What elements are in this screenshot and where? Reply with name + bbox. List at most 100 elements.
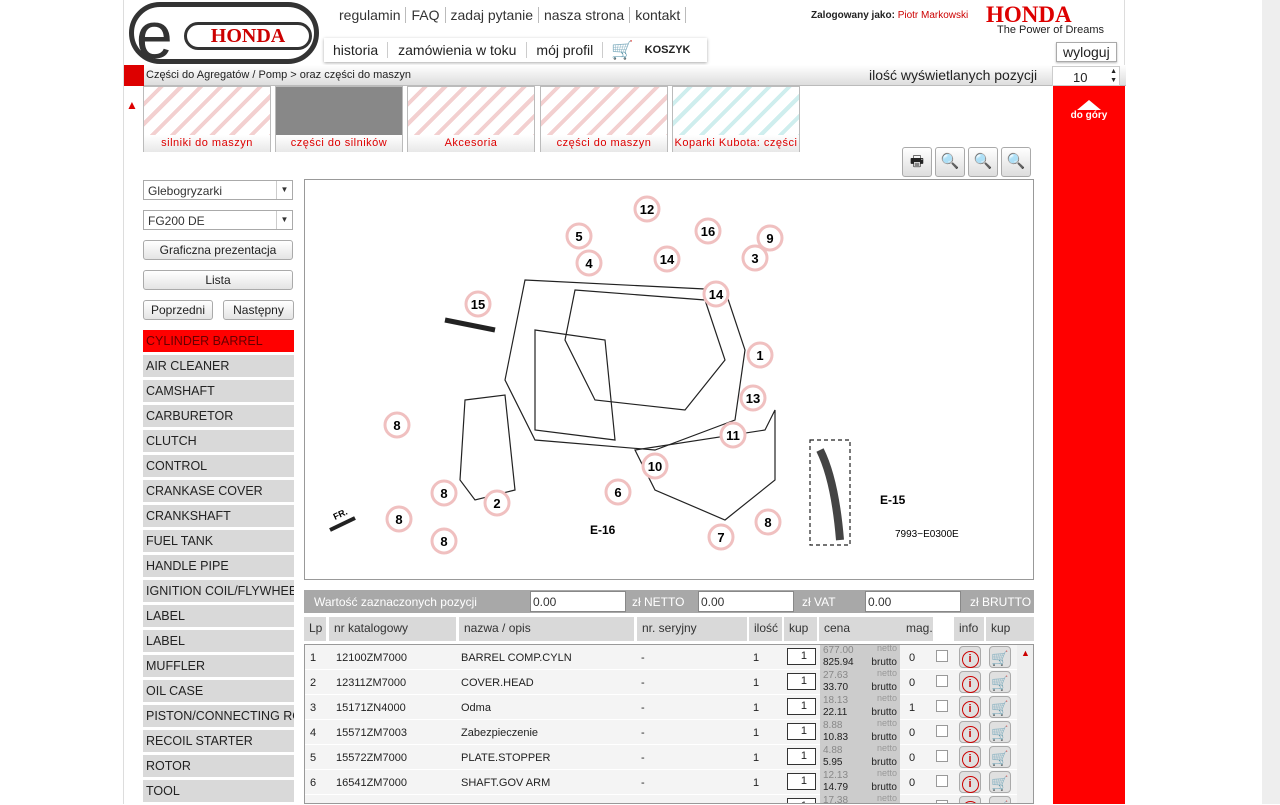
info-icon[interactable]: i	[959, 796, 981, 803]
add-to-cart-icon[interactable]: 🛒	[989, 771, 1011, 793]
info-icon[interactable]: i	[959, 646, 981, 668]
link-nasza-strona[interactable]: nasza strona	[539, 7, 631, 23]
menu-item[interactable]: TOOL	[143, 780, 294, 802]
link-faq[interactable]: FAQ	[406, 7, 446, 23]
page-scrollbar[interactable]	[1262, 0, 1280, 804]
table-scrollbar[interactable]: ▲	[1017, 645, 1033, 803]
nav-historia[interactable]: historia	[324, 42, 389, 58]
menu-item[interactable]: LABEL	[143, 605, 294, 627]
callout-16[interactable]: 16	[694, 217, 722, 245]
callout-8[interactable]: 8	[385, 505, 413, 533]
buy-qty-input[interactable]: 1	[787, 698, 816, 715]
link-regulamin[interactable]: regulamin	[334, 7, 407, 23]
add-to-cart-icon[interactable]: 🛒	[989, 721, 1011, 743]
zoom-in-icon[interactable]: 🔍	[1001, 147, 1031, 177]
model-select[interactable]: FG200 DE ▼	[143, 210, 293, 230]
category-czesci-silnikow[interactable]: części do silników	[275, 86, 403, 152]
callout-5[interactable]: 5	[565, 222, 593, 250]
link-kontakt[interactable]: kontakt	[630, 7, 687, 23]
callout-15[interactable]: 15	[464, 290, 492, 318]
menu-item[interactable]: CARBURETOR	[143, 405, 294, 427]
row-checkbox[interactable]	[936, 675, 948, 687]
buy-qty-input[interactable]: 1	[787, 798, 816, 803]
list-view-button[interactable]: Lista	[143, 270, 293, 290]
menu-item[interactable]: PISTON/CONNECTING ROD	[143, 705, 294, 727]
row-checkbox[interactable]	[936, 800, 948, 803]
zoom-reset-icon[interactable]: 🔍	[968, 147, 998, 177]
callout-13[interactable]: 13	[739, 384, 767, 412]
callout-9[interactable]: 9	[756, 224, 784, 252]
nav-profil[interactable]: mój profil	[527, 42, 604, 58]
menu-item[interactable]: CLUTCH	[143, 430, 294, 452]
callout-2[interactable]: 2	[483, 489, 511, 517]
callout-1[interactable]: 1	[746, 341, 774, 369]
row-checkbox[interactable]	[936, 700, 948, 712]
parts-diagram[interactable]: 1 2 3 4 5 6 7 8 8 8 8 8 9 10 11 12 13 14 14 15 16 E-15 E-16 …	[304, 179, 1034, 580]
scroll-up-icon[interactable]: ▲	[1017, 648, 1030, 658]
collapse-up-icon[interactable]: ▲	[126, 98, 138, 112]
next-button[interactable]: Następny	[223, 300, 294, 320]
graphic-view-button[interactable]: Graficzna prezentacja	[143, 240, 293, 260]
row-checkbox[interactable]	[936, 725, 948, 737]
callout-7[interactable]: 7	[707, 523, 735, 551]
add-to-cart-icon[interactable]: 🛒	[989, 696, 1011, 718]
info-icon[interactable]: i	[959, 721, 981, 743]
add-to-cart-icon[interactable]: 🛒	[989, 671, 1011, 693]
menu-item[interactable]: OIL CASE	[143, 680, 294, 702]
menu-item[interactable]: CRANKSHAFT	[143, 505, 294, 527]
callout-8[interactable]: 8	[430, 527, 458, 555]
callout-14[interactable]: 14	[653, 245, 681, 273]
nav-koszyk[interactable]: KOSZYK	[636, 44, 700, 56]
category-silniki[interactable]: silniki do maszyn	[143, 86, 271, 152]
menu-item[interactable]: CRANKASE COVER	[143, 480, 294, 502]
callout-6[interactable]: 6	[604, 478, 632, 506]
per-page-stepper[interactable]: 10 ▲ ▼	[1052, 66, 1120, 86]
prev-button[interactable]: Poprzedni	[143, 300, 213, 320]
callout-8[interactable]: 8	[430, 479, 458, 507]
nav-zamowienia[interactable]: zamówienia w toku	[388, 42, 528, 58]
menu-item[interactable]: HANDLE PIPE	[143, 555, 294, 577]
add-to-cart-icon[interactable]: 🛒	[989, 746, 1011, 768]
breadcrumb[interactable]: Części do Agregatów / Pomp > oraz części…	[146, 69, 411, 81]
callout-8[interactable]: 8	[754, 508, 782, 536]
callout-14[interactable]: 14	[702, 280, 730, 308]
stepper-arrows-icon[interactable]: ▲ ▼	[1110, 67, 1117, 85]
callout-8[interactable]: 8	[383, 411, 411, 439]
menu-item[interactable]: CONTROL	[143, 455, 294, 477]
category-akcesoria[interactable]: Akcesoria	[407, 86, 535, 152]
ehonda-logo[interactable]: e HONDA	[129, 0, 319, 72]
cart-icon[interactable]: 🛒	[603, 40, 635, 61]
menu-item[interactable]: RECOIL STARTER	[143, 730, 294, 752]
buy-qty-input[interactable]: 1	[787, 748, 816, 765]
info-icon[interactable]: i	[959, 671, 981, 693]
category-kubota[interactable]: Koparki Kubota: części	[672, 86, 800, 152]
logout-button[interactable]: wyloguj	[1056, 42, 1117, 62]
menu-item[interactable]: FUEL TANK	[143, 530, 294, 552]
info-icon[interactable]: i	[959, 696, 981, 718]
buy-qty-input[interactable]: 1	[787, 648, 816, 665]
menu-item[interactable]: ROTOR	[143, 755, 294, 777]
callout-10[interactable]: 10	[641, 452, 669, 480]
callout-12[interactable]: 12	[633, 195, 661, 223]
buy-qty-input[interactable]: 1	[787, 673, 816, 690]
callout-11[interactable]: 11	[719, 421, 747, 449]
category-czesci-maszyn[interactable]: części do maszyn	[540, 86, 668, 152]
menu-item[interactable]: AIR CLEANER	[143, 355, 294, 377]
callout-4[interactable]: 4	[575, 249, 603, 277]
menu-item[interactable]: CAMSHAFT	[143, 380, 294, 402]
to-top-button[interactable]: do góry	[1053, 86, 1125, 804]
menu-item[interactable]: LABEL	[143, 630, 294, 652]
buy-qty-input[interactable]: 1	[787, 723, 816, 740]
link-zadaj-pytanie[interactable]: zadaj pytanie	[446, 7, 540, 23]
add-to-cart-icon[interactable]: 🛒	[989, 796, 1011, 803]
buy-qty-input[interactable]: 1	[787, 773, 816, 790]
menu-item[interactable]: CYLINDER BARREL	[143, 330, 294, 352]
info-icon[interactable]: i	[959, 771, 981, 793]
row-checkbox[interactable]	[936, 650, 948, 662]
machine-type-select[interactable]: Glebogryzarki ▼	[143, 180, 293, 200]
row-checkbox[interactable]	[936, 750, 948, 762]
menu-item[interactable]: IGNITION COIL/FLYWHEEL	[143, 580, 294, 602]
print-icon[interactable]: 🖶	[902, 147, 932, 177]
row-checkbox[interactable]	[936, 775, 948, 787]
add-to-cart-icon[interactable]: 🛒	[989, 646, 1011, 668]
